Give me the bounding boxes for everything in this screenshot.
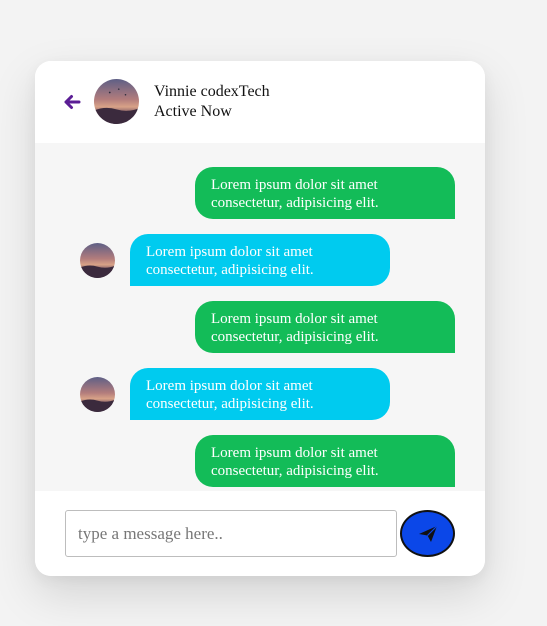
incoming-message: Lorem ipsum dolor sit amet consectetur, … xyxy=(130,234,390,286)
arrow-left-icon xyxy=(64,95,81,109)
message-text-line: Lorem ipsum dolor sit amet xyxy=(146,244,313,260)
message-composer xyxy=(35,491,485,576)
message-text-line: Lorem ipsum dolor sit amet xyxy=(211,177,378,193)
outgoing-message: Lorem ipsum dolor sit amet consectetur, … xyxy=(195,435,455,487)
message-text-line: consectetur, adipisicing elit. xyxy=(211,329,379,345)
messages-list[interactable]: Lorem ipsum dolor sit amet consectetur, … xyxy=(35,143,485,491)
contact-avatar-small xyxy=(80,377,115,412)
back-button[interactable] xyxy=(63,93,81,111)
message-text-line: Lorem ipsum dolor sit amet xyxy=(211,445,378,461)
incoming-message: Lorem ipsum dolor sit amet consectetur, … xyxy=(130,368,390,420)
contact-status: Active Now xyxy=(154,103,232,120)
outgoing-message: Lorem ipsum dolor sit amet consectetur, … xyxy=(195,167,455,219)
message-text-line: consectetur, adipisicing elit. xyxy=(211,195,379,211)
chat-header: Vinnie codexTech Active Now xyxy=(35,61,485,143)
paper-plane-icon xyxy=(419,525,438,542)
contact-avatar[interactable] xyxy=(94,79,139,124)
message-text-line: Lorem ipsum dolor sit amet xyxy=(211,311,378,327)
message-input[interactable] xyxy=(65,510,397,557)
chat-window: Vinnie codexTech Active Now Lorem ipsum … xyxy=(35,61,485,576)
outgoing-message: Lorem ipsum dolor sit amet consectetur, … xyxy=(195,301,455,353)
message-text-line: Lorem ipsum dolor sit amet xyxy=(146,378,313,394)
message-text-line: consectetur, adipisicing elit. xyxy=(146,262,314,278)
send-button[interactable] xyxy=(400,510,455,557)
contact-name: Vinnie codexTech xyxy=(154,83,270,100)
message-text-line: consectetur, adipisicing elit. xyxy=(211,463,379,479)
message-text-line: consectetur, adipisicing elit. xyxy=(146,396,314,412)
contact-avatar-small xyxy=(80,243,115,278)
